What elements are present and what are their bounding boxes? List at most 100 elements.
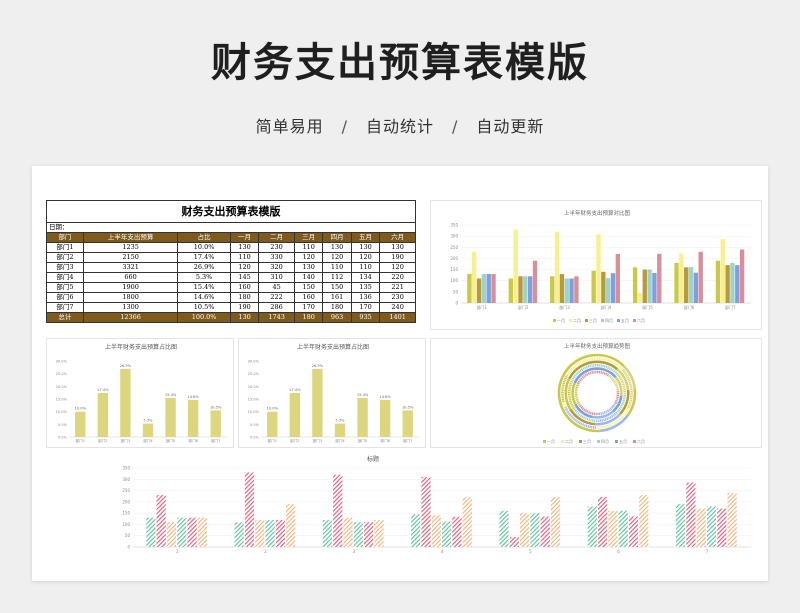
table-cell: 1900 <box>82 282 179 293</box>
data-label: 14.6% <box>379 395 391 399</box>
bar <box>452 516 462 547</box>
x-tick-label: 部门4 <box>143 438 153 443</box>
data-label: 14.6% <box>187 395 199 399</box>
data-label: 26.9% <box>312 364 324 368</box>
bar <box>574 276 579 303</box>
table-cell: 130 <box>350 242 381 253</box>
x-tick-label: 部门5 <box>166 438 175 443</box>
table-cell: 110 <box>350 262 381 273</box>
x-tick-label: 部门5 <box>642 304 653 310</box>
table-cell: 部门3 <box>46 262 84 273</box>
table-cell: 部门4 <box>46 272 84 283</box>
bar <box>615 253 621 303</box>
y-tick-label: 0 <box>455 301 458 306</box>
bar <box>322 519 333 547</box>
ring-segment <box>574 383 581 406</box>
legend-label: 六月 <box>637 317 645 323</box>
bar <box>472 251 477 303</box>
bar <box>647 269 652 303</box>
legend-label: 二月 <box>573 318 581 323</box>
trend-chart-panel: 上半年财务支出预算趋势图 一月 二月 三月 四月 五月 六月 <box>430 338 762 448</box>
ring-segment <box>596 370 610 377</box>
x-tick-label: 部门7 <box>403 438 412 443</box>
bar <box>265 519 275 547</box>
y-tick-label: 15.0% <box>248 398 260 402</box>
table-cell: 45 <box>258 282 295 293</box>
chart-title: 上半年财务支出预算占比图 <box>297 343 369 351</box>
data-label: 10.0% <box>267 407 279 411</box>
table-header-cell: 占比 <box>177 232 231 243</box>
bar <box>706 506 717 547</box>
table-cell: 170 <box>293 302 324 313</box>
legend-swatch <box>617 319 620 322</box>
table-cell: 150 <box>293 282 324 293</box>
bar <box>333 474 343 547</box>
bar <box>725 265 730 303</box>
table-cell: 130 <box>229 242 260 253</box>
bar <box>75 411 86 437</box>
data-label: 17.4% <box>289 388 301 392</box>
table-cell: 135 <box>350 282 381 293</box>
bar <box>255 519 265 547</box>
table-row: 部门7 1300 10.5% 190 286 170 180 170 240 <box>46 302 416 313</box>
table-cell: 110 <box>229 252 260 263</box>
data-label: 5.3% <box>335 419 345 423</box>
table-cell: 14.6% <box>177 292 231 303</box>
bar <box>639 495 649 547</box>
bar <box>527 276 533 303</box>
y-tick-label: 300 <box>122 477 130 482</box>
bar <box>97 392 109 437</box>
bar <box>267 411 278 437</box>
bar <box>519 513 530 547</box>
table-header-cell: 六月 <box>379 232 416 243</box>
x-tick-label: 2 <box>264 549 267 554</box>
bar <box>187 400 199 437</box>
bar <box>540 516 550 547</box>
legend-swatch <box>543 440 546 443</box>
table-cell: 160 <box>229 282 260 293</box>
bar <box>642 269 647 303</box>
data-label: 10.5% <box>402 405 414 409</box>
table-header-cell: 上半年支出预算 <box>82 232 179 243</box>
date-label: 日期： <box>46 222 416 233</box>
y-tick-label: 10.0% <box>56 410 68 414</box>
bar <box>244 472 255 547</box>
bar <box>165 397 176 437</box>
x-tick-label: 部门2 <box>518 304 529 310</box>
x-tick-label: 3 <box>352 549 355 554</box>
table-cell: 部门6 <box>46 292 84 303</box>
table-cell: 120 <box>350 252 381 263</box>
table-cell: 10.0% <box>177 242 231 253</box>
table-cell: 160 <box>293 292 324 303</box>
legend-label: 六月 <box>637 438 645 444</box>
bar <box>146 517 156 547</box>
bar <box>596 233 601 303</box>
table-cell: 26.9% <box>177 262 231 273</box>
table-cell: 130 <box>379 242 416 253</box>
table-header-cell: 二月 <box>258 232 295 243</box>
bar <box>513 229 518 303</box>
y-tick-label: 100 <box>122 522 130 527</box>
bar <box>735 265 740 303</box>
bar <box>491 274 496 303</box>
table-cell: 5.3% <box>177 272 231 283</box>
legend-swatch <box>561 440 564 443</box>
legend-swatch <box>553 319 556 322</box>
bar <box>357 397 368 437</box>
x-tick-label: 4 <box>441 549 444 554</box>
y-tick-label: 0 <box>127 545 130 550</box>
x-tick-label: 部门5 <box>358 438 367 443</box>
data-label: 10.0% <box>75 407 87 411</box>
table-cell: 240 <box>379 302 416 313</box>
hero-features: 简单易用 / 自动统计 / 自动更新 <box>0 113 800 137</box>
y-tick-label: 10.0% <box>248 410 260 414</box>
bar <box>156 495 166 547</box>
y-tick-label: 250 <box>122 488 130 493</box>
legend-swatch <box>633 319 636 322</box>
table-cell: 134 <box>350 272 381 283</box>
bar <box>197 517 208 547</box>
table-cell: 170 <box>350 302 381 313</box>
table-cell: 部门5 <box>46 282 84 293</box>
legend-label: 一月 <box>547 439 555 444</box>
x-tick-label: 部门4 <box>335 438 345 443</box>
